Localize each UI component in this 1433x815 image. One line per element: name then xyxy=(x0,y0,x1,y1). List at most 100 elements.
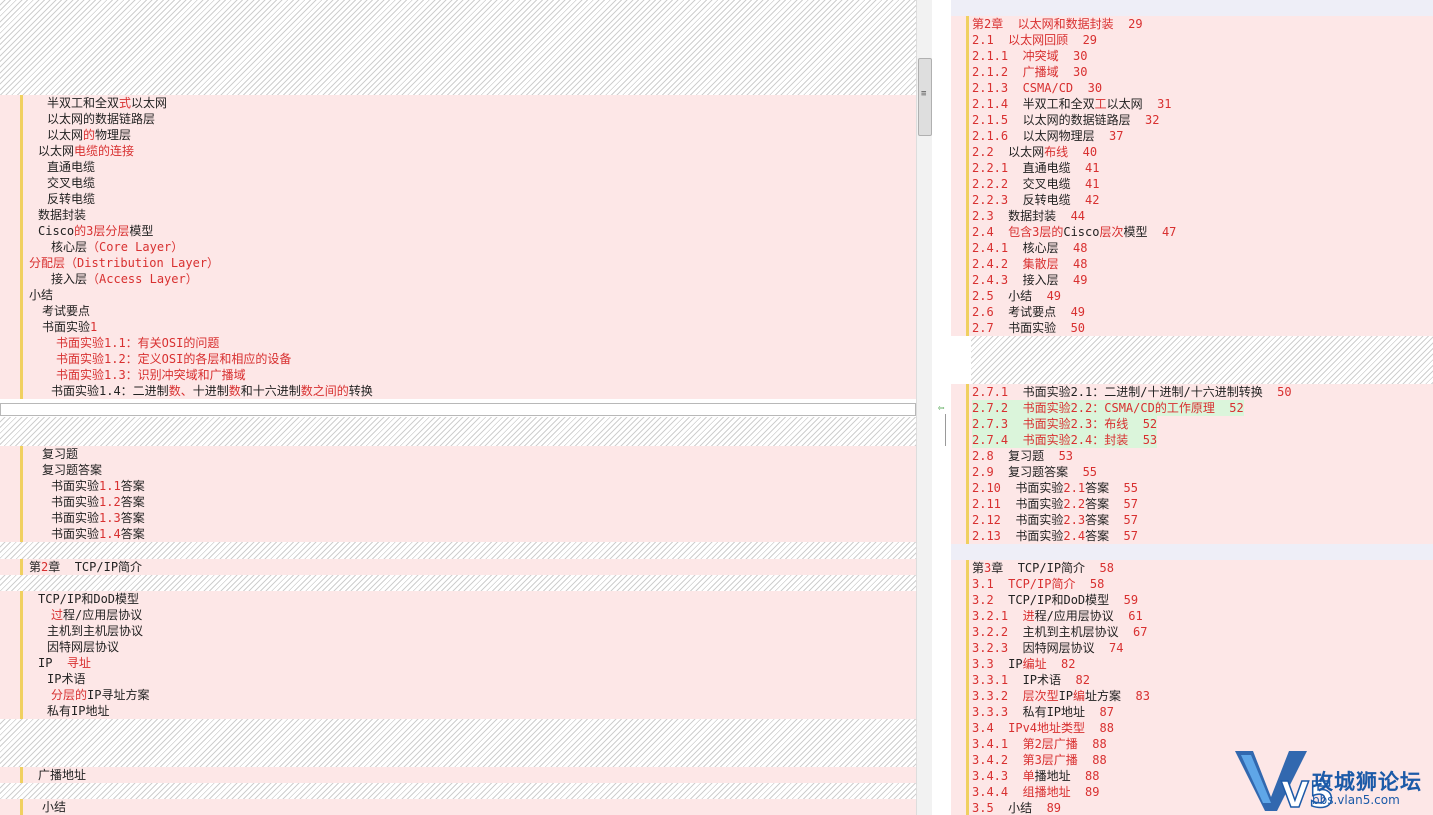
left-diff-line[interactable]: TCP/IP和DoD模型 xyxy=(0,591,916,607)
right-diff-line[interactable]: 2.5 小结 49 xyxy=(951,288,1433,304)
right-diff-line[interactable]: 2.13 书面实验2.4答案 57 xyxy=(951,528,1433,544)
right-diff-line[interactable]: 2.1.6 以太网物理层 37 xyxy=(951,128,1433,144)
left-diff-line[interactable]: 考试要点 xyxy=(0,303,916,319)
left-diff-line[interactable]: 过程/应用层协议 xyxy=(0,607,916,623)
left-diff-line[interactable]: 主机到主机层协议 xyxy=(0,623,916,639)
change-marker xyxy=(966,400,969,416)
change-marker xyxy=(966,432,969,448)
right-diff-line[interactable]: 2.12 书面实验2.3答案 57 xyxy=(951,512,1433,528)
right-diff-line[interactable]: 2.7.3 书面实验2.3：布线 52 xyxy=(951,416,1433,432)
right-diff-line[interactable]: 2.1.1 冲突域 30 xyxy=(951,48,1433,64)
left-diff-line[interactable]: 书面实验1.3答案 xyxy=(0,510,916,526)
text-segment: 以太网 xyxy=(131,96,168,110)
right-diff-line[interactable]: 3.4 IPv4地址类型 88 xyxy=(951,720,1433,736)
left-diff-line[interactable]: 分配层（Distribution Layer） xyxy=(0,255,916,271)
right-diff-line[interactable]: 2.1.2 广播域 30 xyxy=(951,64,1433,80)
right-diff-line[interactable]: 3.3.2 层次型IP编址方案 83 xyxy=(951,688,1433,704)
left-diff-line[interactable]: 数据封装 xyxy=(0,207,916,223)
right-diff-line[interactable]: 2.6 考试要点 49 xyxy=(951,304,1433,320)
left-diff-line[interactable]: 书面实验1.4：二进制数、十进制数和十六进制数之间的转换 xyxy=(0,383,916,399)
right-diff-line[interactable]: 2.4.3 接入层 49 xyxy=(951,272,1433,288)
left-diff-line[interactable]: IP术语 xyxy=(0,671,916,687)
left-diff-line[interactable]: 私有IP地址 xyxy=(0,703,916,719)
right-diff-line[interactable]: 2.1.5 以太网的数据链路层 32 xyxy=(951,112,1433,128)
right-diff-line[interactable]: 2.4.1 核心层 48 xyxy=(951,240,1433,256)
left-diff-line[interactable]: 书面实验1.1：有关OSI的问题 xyxy=(0,335,916,351)
left-diff-line[interactable]: 以太网电缆的连接 xyxy=(0,143,916,159)
change-marker xyxy=(20,607,23,623)
right-diff-line[interactable]: 2.7 书面实验 50 xyxy=(951,320,1433,336)
left-diff-line[interactable]: 第2章 TCP/IP简介 xyxy=(0,559,916,575)
right-diff-line[interactable]: 2.7.4 书面实验2.4：封装 53 xyxy=(951,432,1433,448)
text-segment: 2.4 xyxy=(1063,529,1086,543)
left-diff-line[interactable]: 半双工和全双式以太网 xyxy=(0,95,916,111)
left-diff-line[interactable]: 书面实验1.2：定义OSI的各层和相应的设备 xyxy=(0,351,916,367)
right-diff-line[interactable]: 2.7.1 书面实验2.1：二进制/十进制/十六进制转换 50 xyxy=(951,384,1433,400)
left-diff-line[interactable]: IP 寻址 xyxy=(0,655,916,671)
right-diff-line[interactable]: 2.10 书面实验2.1答案 55 xyxy=(951,480,1433,496)
text-segment: 83 xyxy=(1135,689,1150,703)
arrow-left-icon[interactable]: ⇦ xyxy=(938,401,945,414)
right-compare-pane[interactable]: 第2章 以太网和数据封装 29 2.1 以太网回顾 29 2.1.1 冲突域 30 2… xyxy=(951,0,1433,815)
right-diff-line[interactable]: 2.8 复习题 53 xyxy=(951,448,1433,464)
left-diff-line[interactable]: 复习题 xyxy=(0,446,916,462)
left-diff-line[interactable]: Cisco的3层分层模型 xyxy=(0,223,916,239)
right-diff-line[interactable]: 2.2.2 交叉电缆 41 xyxy=(951,176,1433,192)
right-diff-line[interactable]: 3.2.2 主机到主机层协议 67 xyxy=(951,624,1433,640)
right-diff-line[interactable]: 第3章 TCP/IP简介 58 xyxy=(951,560,1433,576)
left-diff-line[interactable]: 书面实验1.4答案 xyxy=(0,526,916,542)
change-marker xyxy=(966,144,969,160)
left-diff-line[interactable]: 分层的IP寻址方案 xyxy=(0,687,916,703)
right-diff-line[interactable]: 2.2.3 反转电缆 42 xyxy=(951,192,1433,208)
left-diff-line[interactable]: 小结 xyxy=(0,799,916,815)
right-diff-line[interactable]: 3.2.3 因特网层协议 74 xyxy=(951,640,1433,656)
right-diff-line[interactable]: 3.2.1 进程/应用层协议 61 xyxy=(951,608,1433,624)
left-diff-line[interactable]: 书面实验1.2答案 xyxy=(0,494,916,510)
left-line-text: 分配层（Distribution Layer） xyxy=(29,255,219,271)
right-diff-line[interactable]: 3.2 TCP/IP和DoD模型 59 xyxy=(951,592,1433,608)
left-diff-line[interactable]: 复习题答案 xyxy=(0,462,916,478)
text-segment: 1.4 xyxy=(99,527,121,541)
left-diff-line[interactable]: 反转电缆 xyxy=(0,191,916,207)
text-segment: 57 xyxy=(1123,497,1138,511)
right-diff-line[interactable]: 2.2.1 直通电缆 41 xyxy=(951,160,1433,176)
left-diff-line[interactable]: 广播地址 xyxy=(0,767,916,783)
right-diff-line[interactable]: 2.11 书面实验2.2答案 57 xyxy=(951,496,1433,512)
right-diff-line[interactable]: 2.1 以太网回顾 29 xyxy=(951,32,1433,48)
right-diff-line[interactable]: 3.3 IP编址 82 xyxy=(951,656,1433,672)
text-segment: 数 xyxy=(228,384,241,398)
left-diff-line[interactable]: 交叉电缆 xyxy=(0,175,916,191)
right-diff-line[interactable]: 2.2 以太网布线 40 xyxy=(951,144,1433,160)
left-diff-line[interactable]: 以太网的物理层 xyxy=(0,127,916,143)
right-diff-line[interactable]: 2.4.2 集散层 48 xyxy=(951,256,1433,272)
left-diff-line[interactable]: 书面实验1.3：识别冲突域和广播域 xyxy=(0,367,916,383)
right-diff-line[interactable]: 第2章 以太网和数据封装 29 xyxy=(951,16,1433,32)
change-marker xyxy=(966,512,969,528)
change-marker xyxy=(20,383,23,399)
right-diff-line[interactable]: 2.1.4 半双工和全双工以太网 31 xyxy=(951,96,1433,112)
left-line-text: 书面实验1.3：识别冲突域和广播域 xyxy=(56,367,246,383)
left-compare-pane[interactable]: 半双工和全双式以太网 以太网的数据链路层 以太网的物理层 以太网电缆的连接 直通电缆 交叉… xyxy=(0,0,916,815)
left-diff-line[interactable]: 因特网层协议 xyxy=(0,639,916,655)
text-segment: 模型 xyxy=(1123,225,1162,239)
right-diff-line[interactable]: 3.3.1 IP术语 82 xyxy=(951,672,1433,688)
right-diff-line[interactable]: 2.3 数据封装 44 xyxy=(951,208,1433,224)
left-diff-line[interactable]: 接入层（Access Layer） xyxy=(0,271,916,287)
text-segment: 2.1.2 广播域 30 xyxy=(972,65,1088,79)
right-diff-line[interactable]: 3.3.3 私有IP地址 87 xyxy=(951,704,1433,720)
left-diff-line[interactable]: 以太网的数据链路层 xyxy=(0,111,916,127)
left-diff-line[interactable]: 书面实验1.1答案 xyxy=(0,478,916,494)
right-diff-line[interactable]: 2.9 复习题答案 55 xyxy=(951,464,1433,480)
left-diff-line[interactable]: 小结 xyxy=(0,287,916,303)
right-diff-line[interactable]: 2.1.3 CSMA/CD 30 xyxy=(951,80,1433,96)
left-diff-line[interactable]: 核心层（Core Layer） xyxy=(0,239,916,255)
left-diff-line[interactable]: 直通电缆 xyxy=(0,159,916,175)
left-diff-line[interactable]: 书面实验1 xyxy=(0,319,916,335)
change-marker xyxy=(20,271,23,287)
left-line-text: 数据封装 xyxy=(38,207,86,223)
right-diff-line[interactable]: 3.1 TCP/IP简介 58 xyxy=(951,576,1433,592)
right-diff-line[interactable]: 2.7.2 书面实验2.2：CSMA/CD的工作原理 52 xyxy=(951,400,1433,416)
right-diff-line[interactable]: 2.4 包含3层的Cisco层次模型 47 xyxy=(951,224,1433,240)
change-marker xyxy=(966,528,969,544)
text-segment: 小结 xyxy=(1008,801,1047,815)
